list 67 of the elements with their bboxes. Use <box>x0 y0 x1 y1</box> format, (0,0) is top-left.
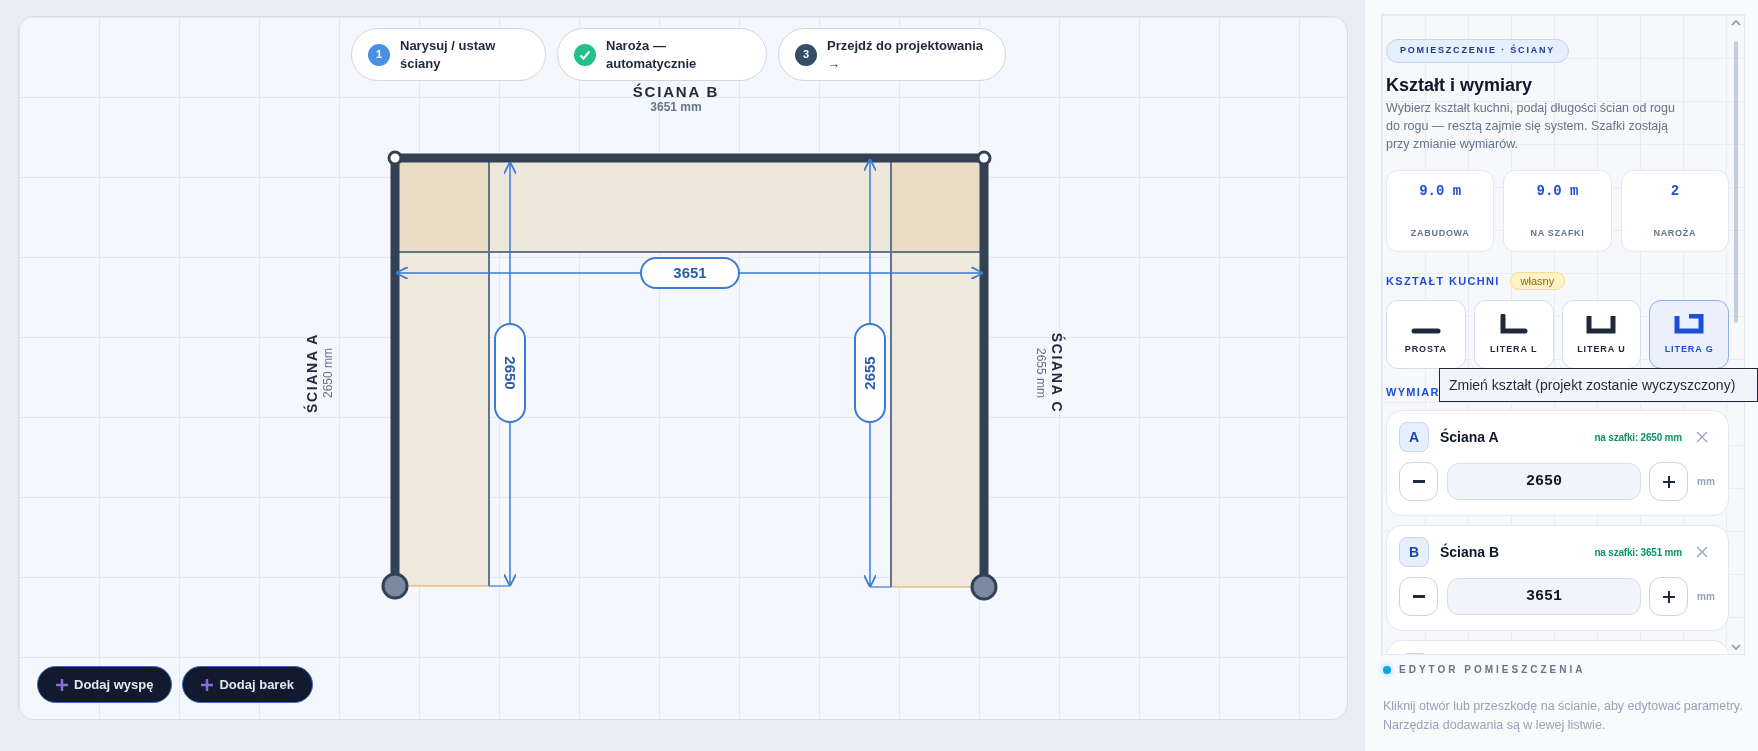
stat-value: 9.0 m <box>1419 182 1462 201</box>
shape-button[interactable]: LITERA L <box>1473 300 1554 369</box>
footer-title: EDYTOR POMIESZCZENIA <box>1399 663 1586 677</box>
wall-label: ŚCIANA A <box>304 332 321 414</box>
footer-text: Kliknij otwór lub przeszkodę na ścianie, aby edytować parametry. Narzędzia dodawania są w lewej listwie. <box>1383 698 1744 734</box>
stat-label: ZABUDOWA <box>1410 227 1470 240</box>
section-heading: WYMIAR <box>1386 384 1440 400</box>
shape-button[interactable]: LITERA U <box>1561 300 1642 369</box>
plus-icon <box>1662 590 1675 603</box>
shape-icon <box>1672 314 1707 335</box>
plus-button[interactable] <box>1649 462 1688 501</box>
panel-title: Kształt i wymiary <box>1386 74 1534 96</box>
stat-value: 9.0 m <box>1536 182 1579 201</box>
plus-button[interactable] <box>1649 577 1688 616</box>
wall-note: na szafki: 2650 mm <box>1594 430 1682 445</box>
step-pill[interactable]: 3 Przejdź do projektowania → <box>778 28 1006 81</box>
dimension-label[interactable]: 2655 <box>854 323 886 423</box>
unit-label: mm <box>1697 590 1715 604</box>
step-pill[interactable]: 1 Narysuj / ustaw ściany <box>351 28 546 81</box>
length-input[interactable]: 2650 <box>1447 463 1641 500</box>
plus-icon <box>201 678 214 691</box>
scrollbar-thumb[interactable] <box>1734 41 1738 323</box>
minus-icon <box>1412 594 1425 599</box>
section-heading: KSZTAŁT KUCHNI <box>1386 273 1500 289</box>
tooltip: Zmień kształt (projekt zostanie wyczyszczony) <box>1439 368 1758 402</box>
step-pill[interactable]: Naroża — automatycznie <box>557 28 767 81</box>
unit-label: mm <box>1697 475 1715 489</box>
minus-icon <box>1412 479 1425 484</box>
section-badge: POMIESZCZENIE · ŚCIANY <box>1386 39 1570 63</box>
panel-description: Wybierz kształt kuchni, podaj długości ścian od rogu do rogu — resztą zajmie się system. Szafki zostają przy zmianie wymiarów. <box>1386 100 1676 153</box>
dimension-label[interactable]: 2650 <box>494 323 526 423</box>
wall-name: Ściana A <box>1440 427 1499 447</box>
shape-button[interactable]: PROSTA <box>1386 300 1466 369</box>
scroll-down-icon[interactable] <box>1731 643 1741 651</box>
check-icon <box>574 43 596 66</box>
add-button[interactable]: Dodaj wyspę <box>37 666 173 703</box>
wall-note: na szafki: 3651 mm <box>1594 545 1682 560</box>
shape-badge: własny <box>1509 272 1566 290</box>
scroll-up-icon[interactable] <box>1731 19 1741 27</box>
wall-label: ŚCIANA B <box>632 83 720 100</box>
shape-icon <box>1584 314 1619 335</box>
shape-button[interactable]: LITERA G <box>1649 300 1729 369</box>
shape-icon <box>1410 328 1441 335</box>
length-input[interactable]: 3651 <box>1447 578 1641 615</box>
minus-button[interactable] <box>1399 577 1438 616</box>
minus-button[interactable] <box>1399 462 1438 501</box>
wall-letter: B <box>1399 537 1429 567</box>
stat-value: 2 <box>1670 182 1680 201</box>
plus-icon <box>1662 475 1675 488</box>
wall-length: 2650 mm <box>321 348 336 398</box>
step-number: 3 <box>795 43 817 66</box>
wall-length: 2655 mm <box>1033 348 1048 398</box>
wall-name: Ściana B <box>1440 542 1500 562</box>
close-icon <box>1696 431 1708 443</box>
dimension-label[interactable]: 3651 <box>640 257 740 289</box>
wall-letter: A <box>1399 422 1429 452</box>
step-number: 1 <box>368 43 390 66</box>
wall-length: 3651 mm <box>650 100 702 115</box>
wall-label: ŚCIANA C <box>1048 332 1065 414</box>
step-label: Przejdź do projektowania → <box>827 36 985 73</box>
stat-label: NAROŻA <box>1653 227 1697 240</box>
add-button[interactable]: Dodaj barek <box>182 666 313 703</box>
stat-label: NA SZAFKI <box>1530 227 1585 240</box>
step-label: Narysuj / ustaw ściany <box>400 36 497 73</box>
close-icon <box>1696 546 1708 558</box>
step-label: Naroża — automatycznie <box>606 36 698 73</box>
plus-icon <box>56 678 68 691</box>
